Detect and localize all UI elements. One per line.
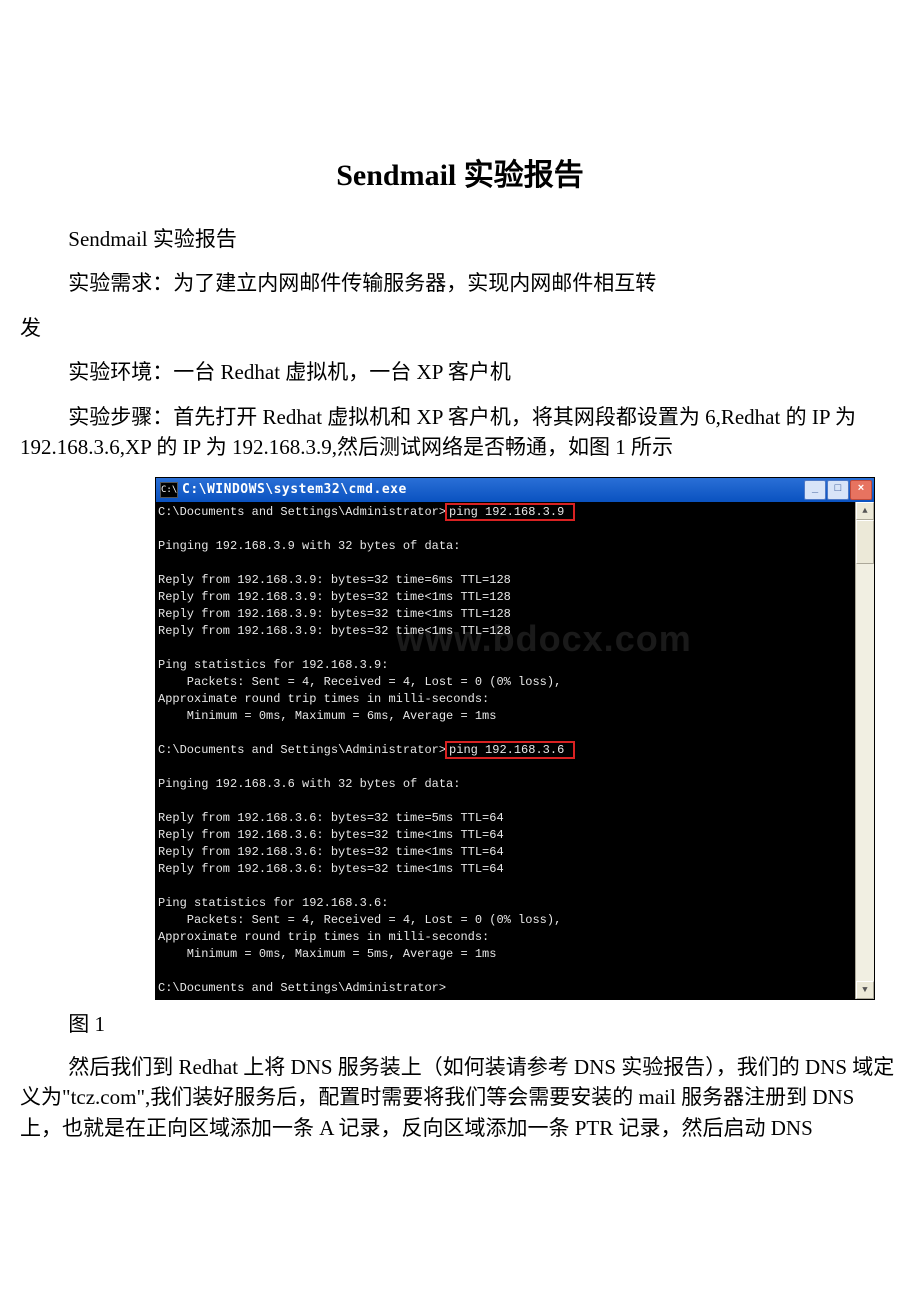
close-button[interactable]: × — [850, 480, 872, 500]
scroll-thumb[interactable] — [856, 520, 874, 564]
paragraph-steps: 实验步骤：首先打开 Redhat 虚拟机和 XP 客户机，将其网段都设置为 6,… — [20, 402, 900, 463]
ping2-stats-packets: Packets: Sent = 4, Received = 4, Lost = … — [158, 913, 561, 927]
ping1-stats-minmax: Minimum = 0ms, Maximum = 6ms, Average = … — [158, 709, 496, 723]
ping1-reply-2: Reply from 192.168.3.9: bytes=32 time<1m… — [158, 590, 511, 604]
ping1-reply-3: Reply from 192.168.3.9: bytes=32 time<1m… — [158, 607, 511, 621]
scroll-down-button[interactable]: ▼ — [856, 981, 874, 999]
ping2-header: Pinging 192.168.3.6 with 32 bytes of dat… — [158, 777, 460, 791]
ping1-stats-header: Ping statistics for 192.168.3.9: — [158, 658, 388, 672]
cmd-output: www.bdocx.comC:\Documents and Settings\A… — [156, 502, 855, 999]
page-title: Sendmail 实验报告 — [20, 150, 900, 194]
window-buttons: _ □ × — [803, 480, 872, 500]
ping2-reply-2: Reply from 192.168.3.6: bytes=32 time<1m… — [158, 828, 504, 842]
window-title: C:\WINDOWS\system32\cmd.exe — [182, 482, 407, 497]
paragraph-requirements-cont: 发 — [20, 313, 900, 343]
titlebar-left: C:\ C:\WINDOWS\system32\cmd.exe — [160, 482, 407, 498]
prompt-2-pre: C:\Documents and Settings\Administrator> — [158, 743, 446, 757]
figure-1-label: 图 1 — [20, 1008, 900, 1038]
ping2-reply-3: Reply from 192.168.3.6: bytes=32 time<1m… — [158, 845, 504, 859]
paragraph-environment: 实验环境：一台 Redhat 虚拟机，一台 XP 客户机 — [20, 357, 900, 387]
ping1-header: Pinging 192.168.3.9 with 32 bytes of dat… — [158, 539, 460, 553]
paragraph-requirements: 实验需求：为了建立内网邮件传输服务器，实现内网邮件相互转 — [20, 268, 900, 298]
paragraph-subtitle: Sendmail 实验报告 — [20, 224, 900, 254]
cmd-window: C:\ C:\WINDOWS\system32\cmd.exe _ □ × ww… — [155, 477, 875, 1000]
scroll-track[interactable] — [856, 520, 874, 981]
ping-command-2: ping 192.168.3.6 — [445, 741, 575, 759]
scrollbar[interactable]: ▲ ▼ — [855, 502, 874, 999]
prompt-1-pre: C:\Documents and Settings\Administrator> — [158, 505, 446, 519]
ping-command-1: ping 192.168.3.9 — [445, 503, 575, 521]
paragraph-dns: 然后我们到 Redhat 上将 DNS 服务装上（如何装请参考 DNS 实验报告… — [20, 1052, 900, 1143]
maximize-button[interactable]: □ — [827, 480, 849, 500]
ping1-stats-packets: Packets: Sent = 4, Received = 4, Lost = … — [158, 675, 561, 689]
ping1-reply-4: Reply from 192.168.3.9: bytes=32 time<1m… — [158, 624, 511, 638]
document-page: Sendmail 实验报告 Sendmail 实验报告 实验需求：为了建立内网邮… — [0, 0, 920, 1197]
ping2-reply-1: Reply from 192.168.3.6: bytes=32 time=5m… — [158, 811, 504, 825]
ping2-reply-4: Reply from 192.168.3.6: bytes=32 time<1m… — [158, 862, 504, 876]
ping1-reply-1: Reply from 192.168.3.9: bytes=32 time=6m… — [158, 573, 511, 587]
ping1-stats-approx: Approximate round trip times in milli-se… — [158, 692, 489, 706]
minimize-button[interactable]: _ — [804, 480, 826, 500]
titlebar: C:\ C:\WINDOWS\system32\cmd.exe _ □ × — [156, 478, 874, 502]
ping2-stats-minmax: Minimum = 0ms, Maximum = 5ms, Average = … — [158, 947, 496, 961]
scroll-up-button[interactable]: ▲ — [856, 502, 874, 520]
ping2-stats-header: Ping statistics for 192.168.3.6: — [158, 896, 388, 910]
prompt-3: C:\Documents and Settings\Administrator> — [158, 981, 446, 995]
cmd-icon: C:\ — [160, 482, 178, 498]
cmd-body: www.bdocx.comC:\Documents and Settings\A… — [156, 502, 874, 999]
ping2-stats-approx: Approximate round trip times in milli-se… — [158, 930, 489, 944]
